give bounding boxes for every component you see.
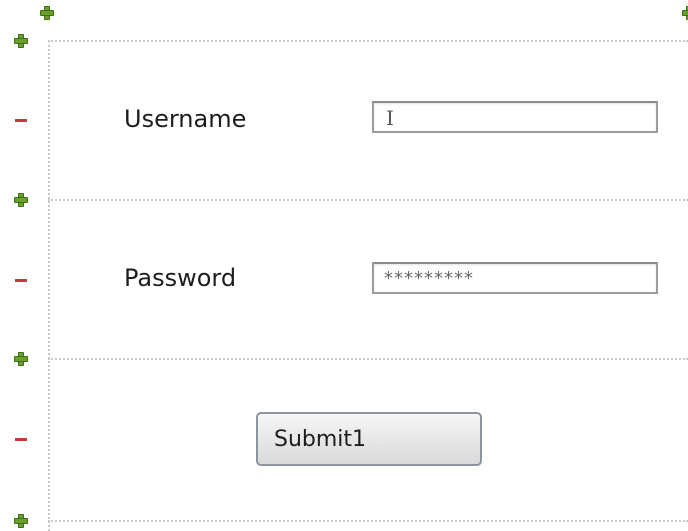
remove-row-minus-icon[interactable]	[15, 119, 27, 122]
row-guide-2	[48, 358, 688, 360]
remove-row-minus-icon[interactable]	[15, 279, 27, 282]
username-field[interactable]: I	[372, 101, 658, 133]
row-guide-1	[48, 199, 688, 201]
form-designer-canvas: Username I Password Submit1	[0, 0, 688, 531]
column-guide	[48, 40, 50, 531]
row-guide-bottom	[48, 520, 688, 522]
password-field[interactable]	[372, 262, 658, 294]
add-row-plus-icon[interactable]	[14, 352, 28, 366]
add-row-plus-icon[interactable]	[14, 34, 28, 48]
i-beam-cursor-icon: I	[386, 106, 394, 130]
row-guide-top	[48, 40, 688, 42]
password-label: Password	[124, 264, 237, 292]
add-row-plus-icon[interactable]	[14, 514, 28, 528]
username-input[interactable]	[374, 103, 656, 131]
submit-button[interactable]: Submit1	[256, 412, 482, 466]
remove-row-minus-icon[interactable]	[15, 438, 27, 441]
add-column-plus-icon-right[interactable]	[682, 6, 688, 20]
password-input[interactable]	[374, 264, 656, 292]
add-row-plus-icon[interactable]	[14, 193, 28, 207]
username-label: Username	[124, 105, 247, 133]
add-column-plus-icon[interactable]	[40, 6, 54, 20]
